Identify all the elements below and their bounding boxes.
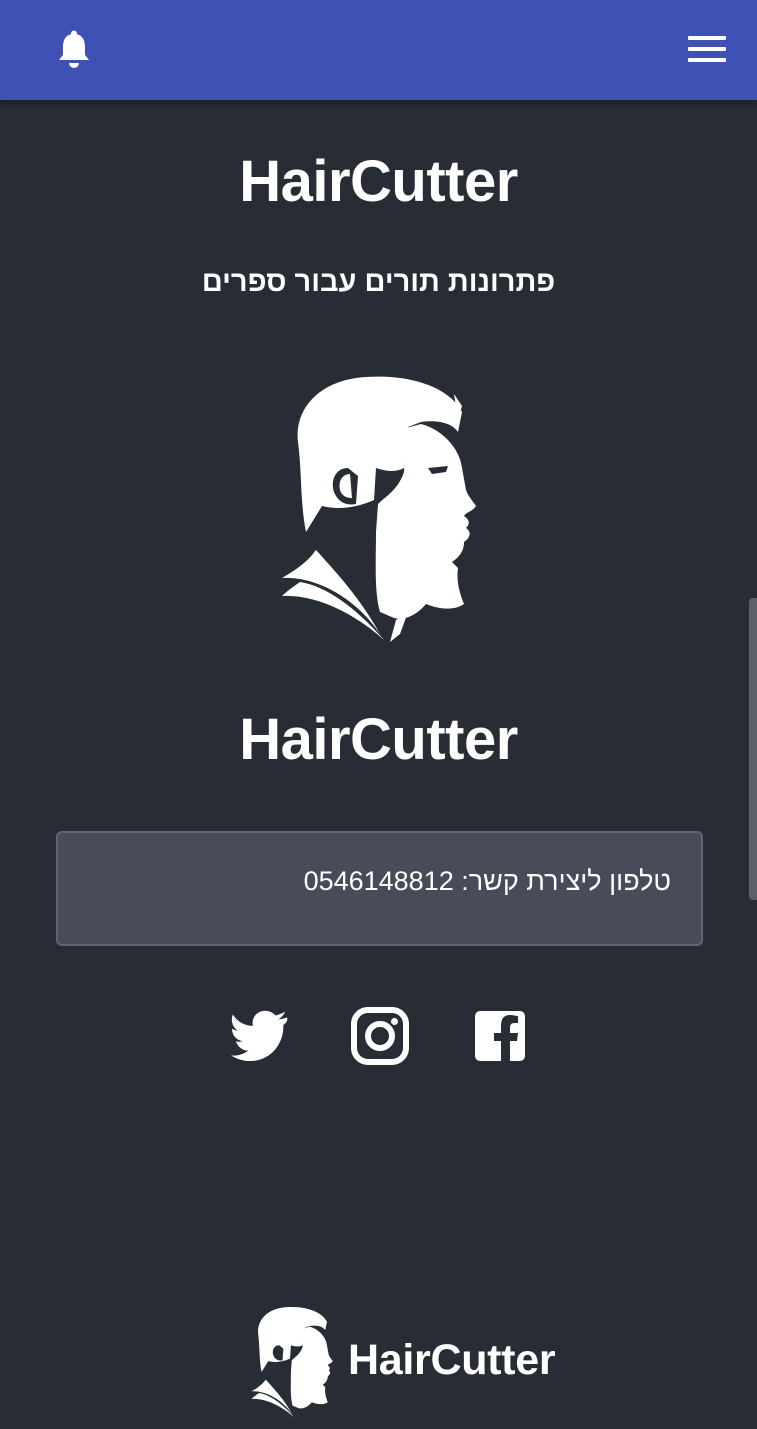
- page-subtitle: פתרונות תורים עבור ספרים: [201, 266, 556, 298]
- facebook-icon[interactable]: [470, 1006, 530, 1066]
- notification-bell-icon[interactable]: [56, 30, 92, 70]
- top-app-bar: [0, 0, 757, 100]
- page-title: HairCutter: [239, 149, 518, 214]
- scrollbar-thumb[interactable]: [749, 598, 757, 900]
- contact-info-box: טלפון ליצירת קשר: 0546148812: [56, 831, 703, 946]
- hamburger-menu-icon[interactable]: [688, 36, 726, 64]
- twitter-icon[interactable]: [229, 1006, 289, 1066]
- bearded-man-logo-icon: [276, 372, 486, 644]
- footer-logo-icon: [248, 1305, 338, 1419]
- footer-brand-name: HairCutter: [348, 1336, 556, 1384]
- contact-phone-text: טלפון ליצירת קשר: 0546148812: [303, 866, 671, 896]
- brand-name: HairCutter: [239, 707, 518, 772]
- instagram-icon[interactable]: [350, 1006, 410, 1066]
